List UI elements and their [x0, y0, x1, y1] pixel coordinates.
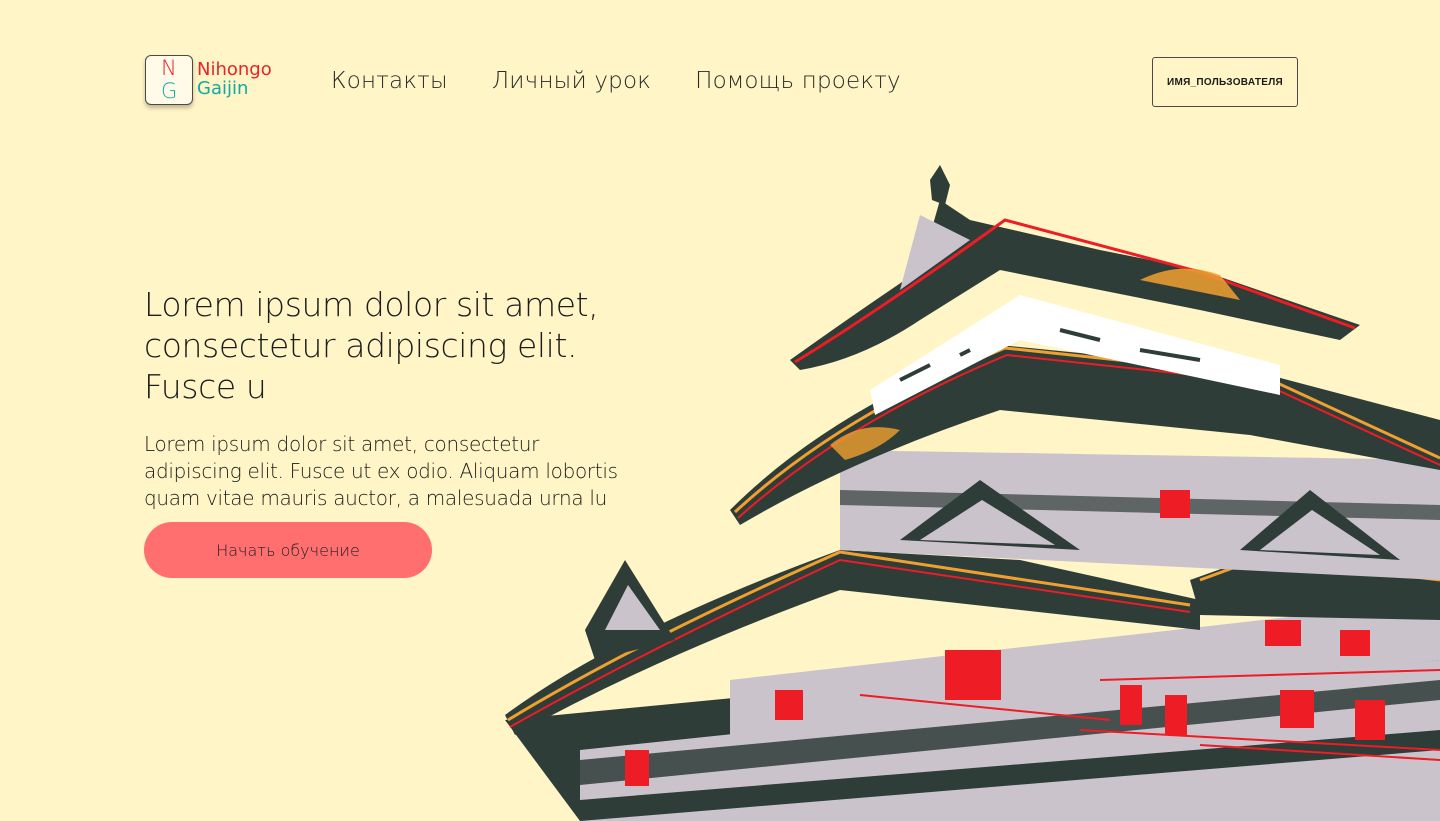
nav-item-personal-lesson[interactable]: Личный урок: [492, 68, 651, 94]
logo-mark-icon: N G: [145, 55, 193, 105]
main-nav: Контакты Личный урок Помощь проекту: [331, 68, 901, 94]
nav-item-help-project[interactable]: Помощь проекту: [695, 68, 901, 94]
japanese-castle-illustration: [505, 165, 1440, 821]
logo-text-line2: Gaijin: [197, 78, 249, 99]
user-account-button[interactable]: ИМЯ_ПОЛЬЗОВАТЕЛЯ: [1152, 57, 1298, 107]
hero-title-line: Fusce u: [144, 367, 267, 406]
start-learning-button[interactable]: Начать обучение: [144, 522, 432, 578]
logo-text: Nihongo Gaijin: [197, 60, 272, 99]
nav-item-contacts[interactable]: Контакты: [331, 68, 448, 94]
logo-mark-n: N: [161, 56, 177, 80]
logo-mark-g: G: [161, 79, 178, 103]
logo[interactable]: N G Nihongo Gaijin: [145, 55, 272, 105]
hero-subtitle-line: Lorem ipsum dolor sit amet, consectetur: [144, 432, 540, 456]
